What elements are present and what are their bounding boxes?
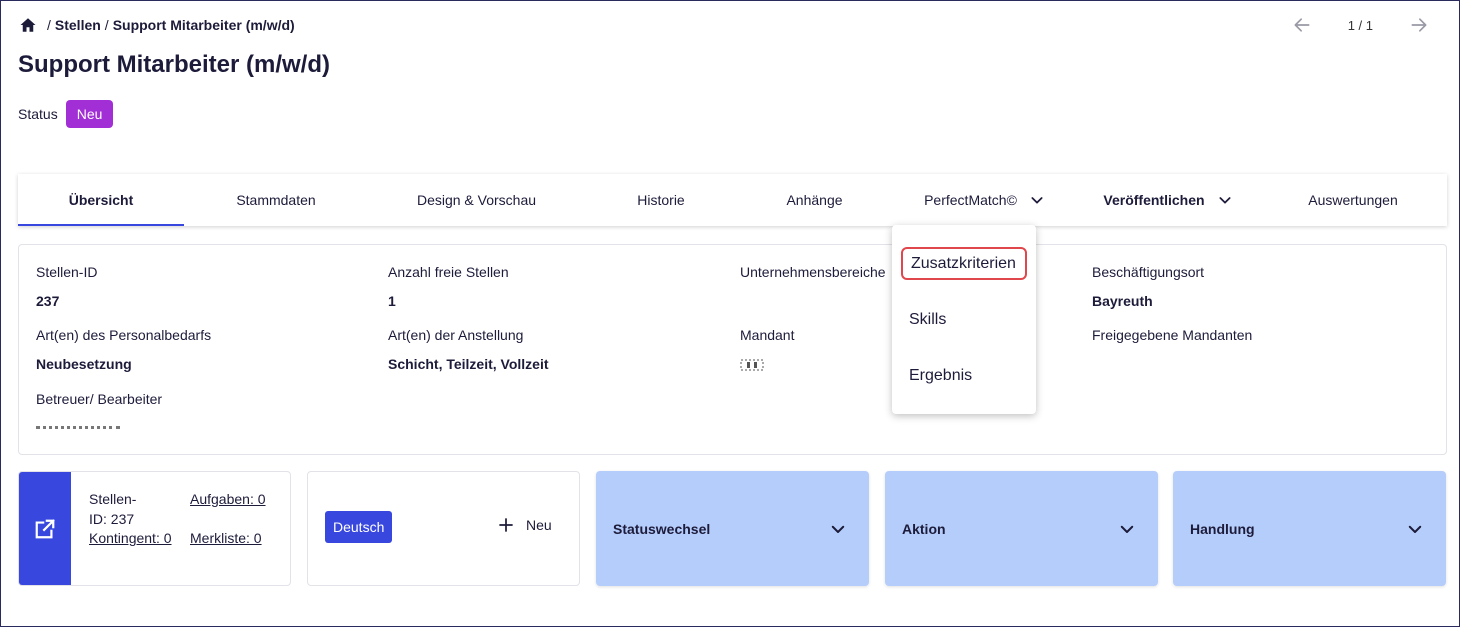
merkliste-link[interactable]: Merkliste: 0 [190, 529, 266, 549]
field-label: Unternehmensbereiche [740, 264, 886, 280]
breadcrumb-current: Support Mitarbeiter (m/w/d) [112, 17, 295, 33]
statuswechsel-accordion[interactable]: Statuswechsel [596, 471, 869, 586]
tab-bar: Übersicht Stammdaten Design & Vorschau H… [18, 174, 1447, 226]
tab-perfectmatch[interactable]: PerfectMatch© [892, 174, 1077, 226]
add-language-label: Neu [526, 517, 552, 533]
language-button-deutsch[interactable]: Deutsch [325, 511, 393, 543]
aktion-accordion[interactable]: Aktion [885, 471, 1158, 586]
field-betreuer: Betreuer/ Bearbeiter [36, 391, 162, 432]
tab-auswertungen[interactable]: Auswertungen [1259, 174, 1447, 226]
aufgaben-link[interactable]: Aufgaben: 0 [190, 490, 266, 510]
accordion-label: Aktion [902, 520, 946, 537]
menu-item-label: Skills [909, 310, 947, 328]
field-stellen-id: Stellen-ID 237 [36, 264, 97, 309]
page-title: Support Mitarbeiter (m/w/d) [18, 51, 330, 78]
arrow-right-icon[interactable] [1409, 15, 1429, 35]
tab-anhaenge[interactable]: Anhänge [737, 174, 892, 226]
field-anzahl: Anzahl freie Stellen 1 [388, 264, 509, 309]
job-id-value: ID: 237 [89, 510, 135, 527]
menu-item-zusatzkriterien[interactable]: Zusatzkriterien [901, 247, 1027, 280]
chevron-down-icon [1408, 525, 1422, 533]
tab-label: Veröffentlichen [1103, 192, 1205, 208]
tab-label: Anhänge [786, 192, 843, 208]
job-summary-card: Stellen- ID: 237 Kontingent: 0 Aufgaben:… [18, 471, 291, 586]
field-value-obscured [36, 422, 120, 432]
menu-item-ergebnis[interactable]: Ergebnis [901, 359, 1027, 392]
pager-count: 1 / 1 [1347, 17, 1373, 33]
chevron-down-icon [1120, 525, 1134, 533]
field-mandant: Mandant [740, 327, 794, 371]
language-card: Deutsch Neu [307, 471, 580, 586]
mandant-logo-icon [740, 359, 764, 371]
chevron-down-icon [831, 525, 845, 533]
status-badge: Neu [65, 100, 114, 128]
tab-label: Stammdaten [236, 192, 316, 208]
overview-card: Stellen-ID 237 Anzahl freie Stellen 1 Un… [18, 244, 1447, 455]
field-label: Art(en) der Anstellung [388, 327, 524, 343]
menu-item-label: Zusatzkriterien [911, 254, 1016, 272]
tab-label: Design & Vorschau [416, 192, 537, 208]
tab-historie[interactable]: Historie [585, 174, 737, 226]
tab-stammdaten[interactable]: Stammdaten [184, 174, 368, 226]
field-beschaeftigungsort: Beschäftigungsort Bayreuth [1092, 264, 1204, 309]
breadcrumb-stellen[interactable]: Stellen [55, 17, 101, 33]
menu-item-skills[interactable]: Skills [901, 303, 1027, 336]
tab-label: Historie [637, 192, 685, 208]
tab-label: Übersicht [68, 192, 134, 208]
tab-label: Auswertungen [1308, 192, 1398, 208]
arrow-left-icon[interactable] [1292, 15, 1312, 35]
home-icon[interactable] [19, 16, 37, 34]
field-label: Freigegebene Mandanten [1092, 327, 1253, 343]
job-id-prefix: Stellen- [89, 491, 137, 507]
field-personalbedarf: Art(en) des Personalbedarfs Neubesetzung [36, 327, 211, 372]
chevron-down-icon [1219, 197, 1231, 204]
field-value: Bayreuth [1092, 293, 1153, 309]
field-label: Betreuer/ Bearbeiter [36, 391, 163, 407]
field-label: Art(en) des Personalbedarfs [36, 327, 212, 343]
open-external-button[interactable] [19, 472, 71, 585]
tab-veroeffentlichen[interactable]: Veröffentlichen [1077, 174, 1259, 226]
status-label: Status [18, 106, 58, 122]
handlung-accordion[interactable]: Handlung [1173, 471, 1446, 586]
plus-icon [499, 518, 513, 532]
breadcrumb-separator: / [47, 17, 51, 33]
add-language-button[interactable]: Neu [498, 517, 552, 533]
perfectmatch-dropdown: Zusatzkriterien Skills Ergebnis [892, 225, 1036, 414]
tab-label: PerfectMatch© [924, 192, 1017, 208]
field-label: Mandant [740, 327, 795, 343]
field-unternehmensbereiche: Unternehmensbereiche [740, 264, 886, 280]
field-label: Anzahl freie Stellen [388, 264, 509, 280]
menu-item-label: Ergebnis [909, 366, 973, 384]
kontingent-link[interactable]: Kontingent: 0 [89, 529, 172, 549]
status-row: Status Neu [18, 100, 114, 128]
job-id-label: Stellen- ID: 237 Kontingent: 0 [89, 490, 172, 549]
field-value: 1 [388, 293, 396, 309]
breadcrumb-separator: / [104, 17, 109, 33]
field-label: Stellen-ID [36, 264, 98, 280]
tab-design-vorschau[interactable]: Design & Vorschau [368, 174, 585, 226]
field-freigegebene-mandanten: Freigegebene Mandanten [1092, 327, 1252, 343]
open-external-icon [35, 518, 55, 538]
breadcrumb: / Stellen / Support Mitarbeiter (m/w/d) [19, 13, 295, 37]
field-value: Schicht, Teilzeit, Vollzeit [388, 356, 549, 372]
record-pager: 1 / 1 [1292, 13, 1429, 37]
field-value: 237 [36, 293, 60, 309]
tab-uebersicht[interactable]: Übersicht [18, 174, 184, 226]
summary-links: Aufgaben: 0 Merkliste: 0 [190, 490, 266, 549]
field-anstellung: Art(en) der Anstellung Schicht, Teilzeit… [388, 327, 549, 372]
field-label: Beschäftigungsort [1092, 264, 1205, 280]
accordion-label: Handlung [1190, 520, 1255, 537]
accordion-label: Statuswechsel [613, 520, 711, 537]
chevron-down-icon [1031, 197, 1043, 204]
field-value: Neubesetzung [36, 356, 132, 372]
